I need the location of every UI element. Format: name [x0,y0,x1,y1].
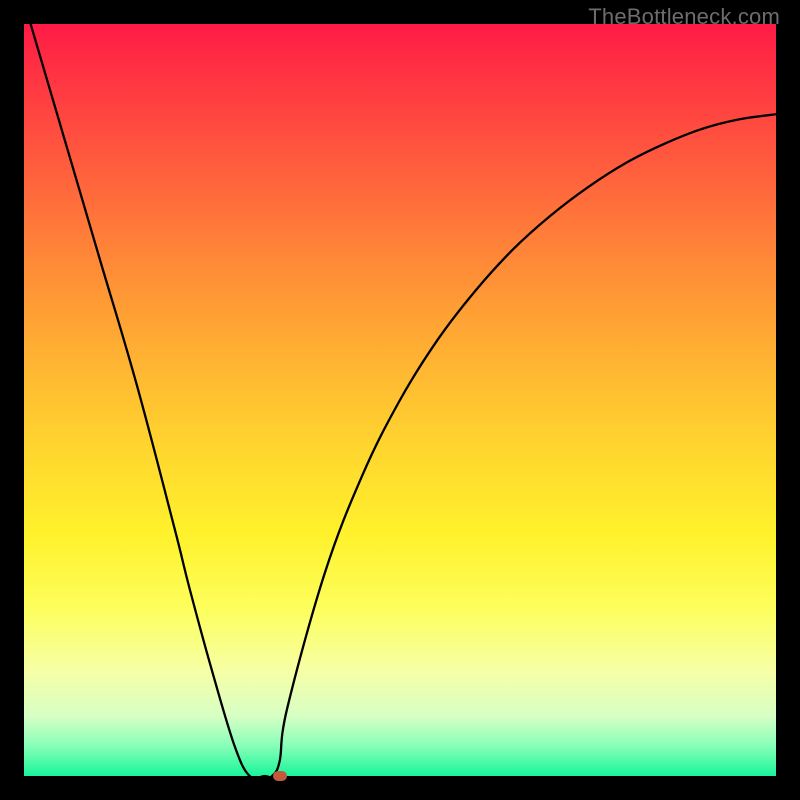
plot-area [24,24,776,776]
curve-svg [24,24,776,776]
bottleneck-curve [24,24,776,776]
chart-frame: TheBottleneck.com [0,0,800,800]
optimum-marker [273,771,287,781]
